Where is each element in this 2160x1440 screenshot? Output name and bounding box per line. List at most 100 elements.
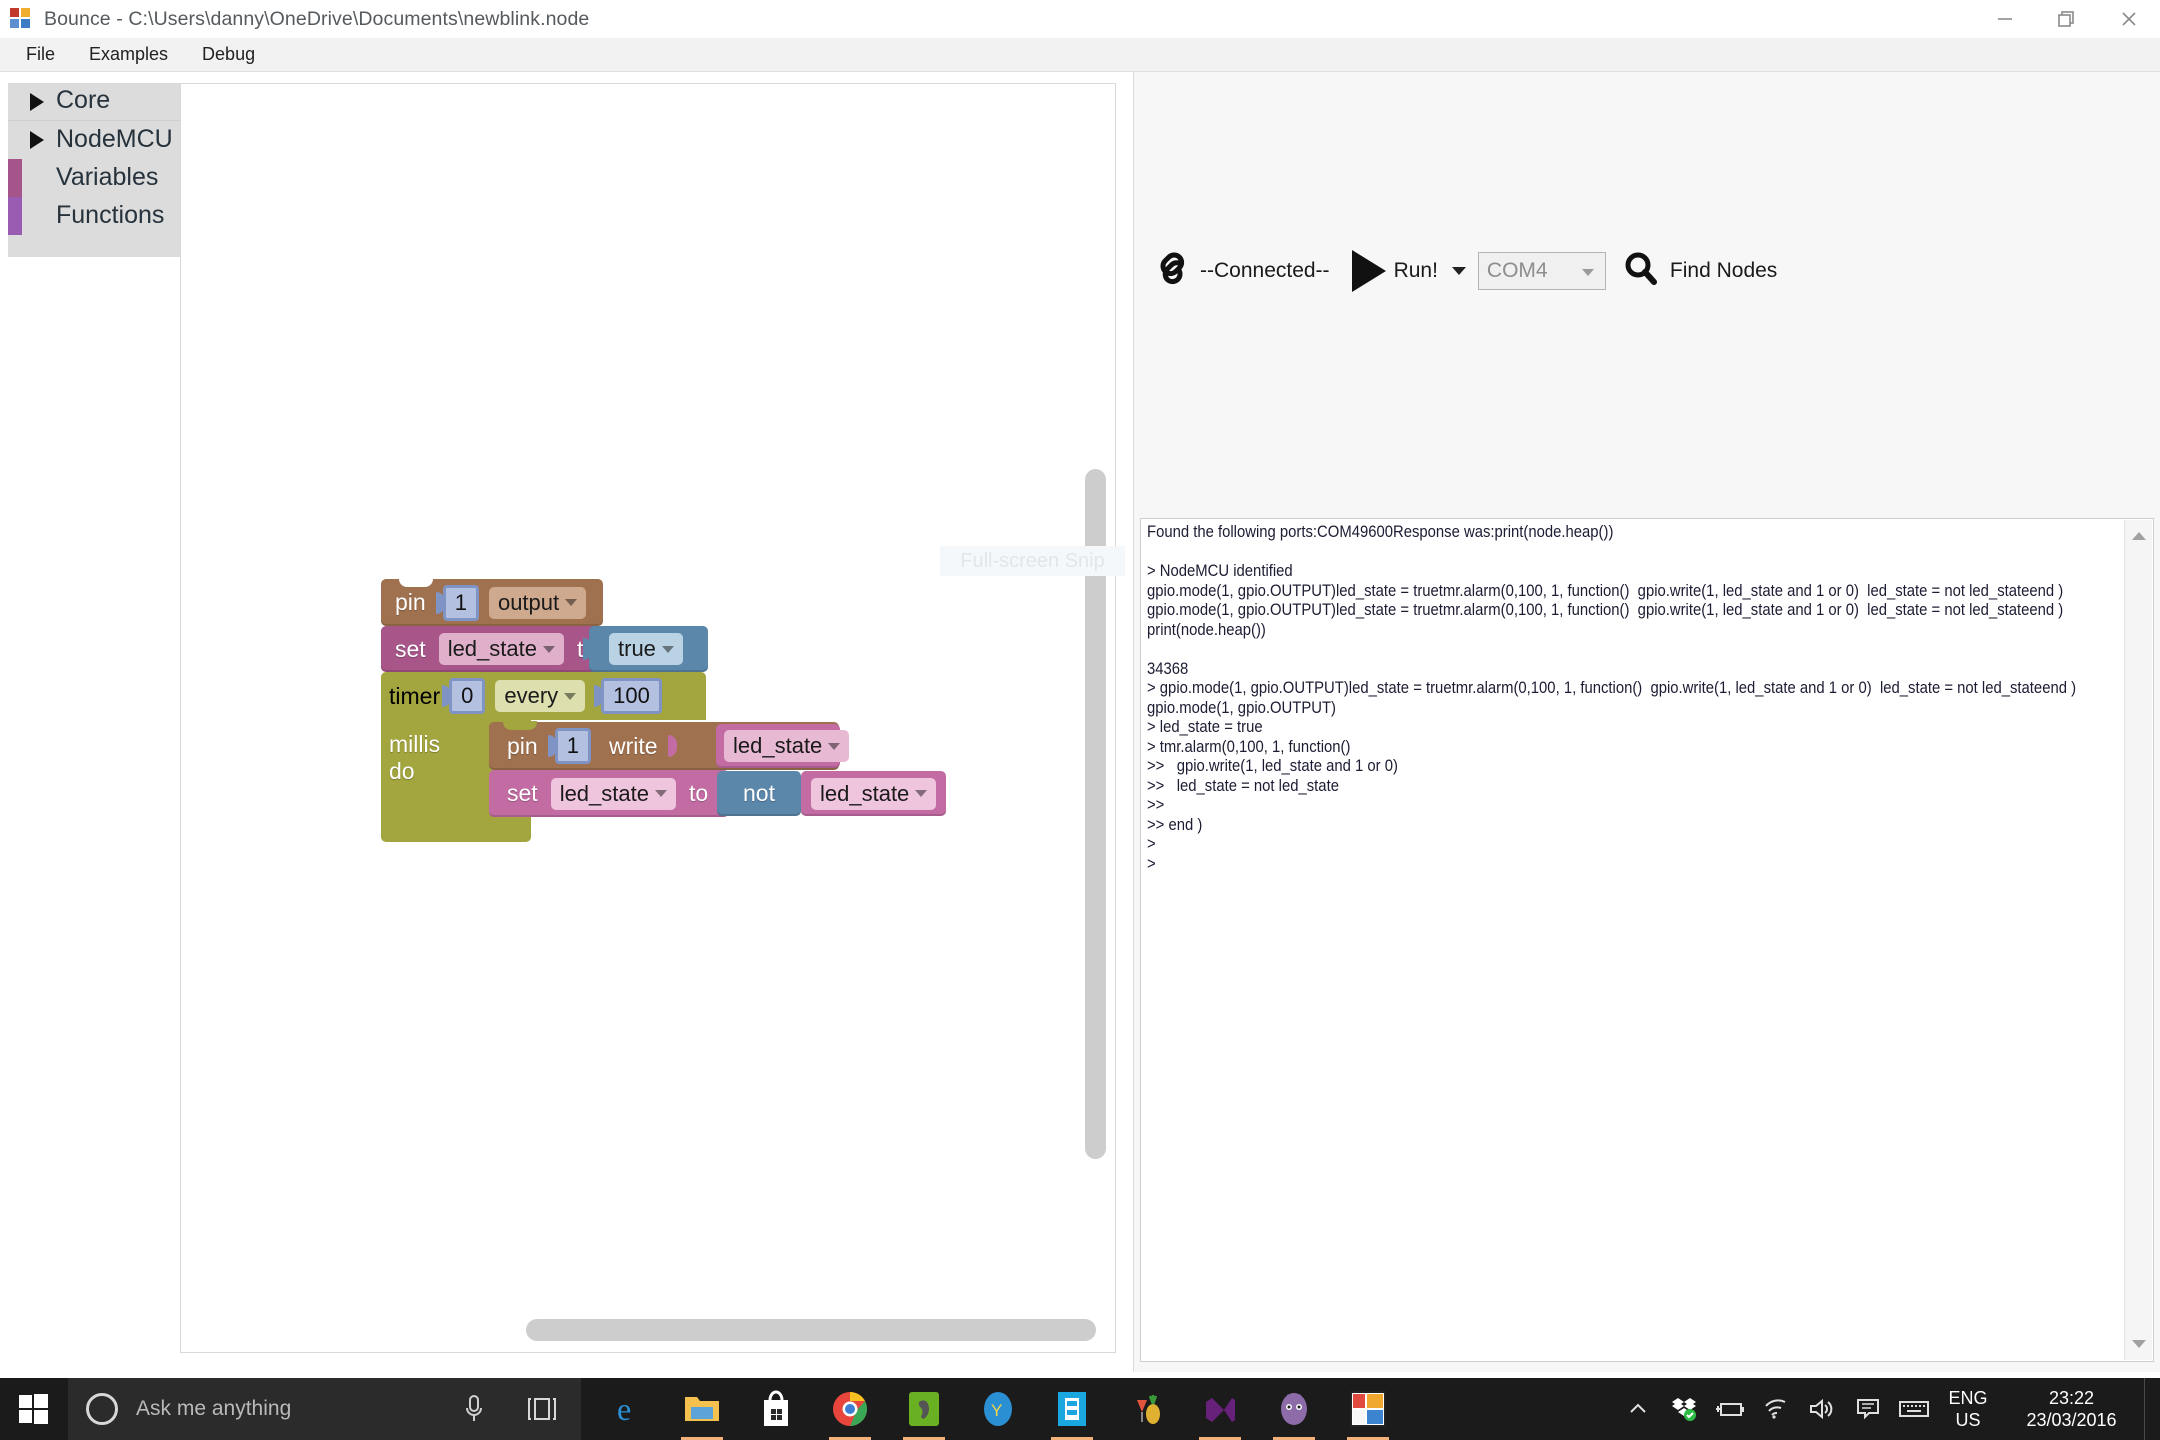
close-button[interactable]	[2098, 0, 2160, 38]
timer-interval-field[interactable]: 100	[601, 678, 662, 714]
console-output[interactable]: Found the following ports:COM49600Respon…	[1140, 518, 2154, 1362]
run-label[interactable]: Run!	[1394, 259, 1438, 283]
task-view-icon[interactable]	[525, 1394, 559, 1429]
chevron-down-icon[interactable]	[1451, 267, 1466, 275]
variable-value: led_state	[447, 636, 537, 661]
pineapple-icon[interactable]	[1109, 1378, 1183, 1440]
toolbox-category-core[interactable]: Core	[8, 83, 180, 121]
title-bar: Bounce - C:\Users\danny\OneDrive\Documen…	[0, 0, 2160, 38]
connection-toolbar: --Connected-- Run! COM4 Find Nodes	[1144, 240, 2144, 302]
language-line2: US	[1955, 1410, 1981, 1430]
timer-label: timer	[389, 682, 441, 709]
window-title: Bounce - C:\Users\danny\OneDrive\Documen…	[44, 7, 590, 30]
block-pin-output[interactable]: pin 1 output	[381, 578, 603, 626]
variables-color-swatch	[8, 159, 22, 197]
toolbox-label-core: Core	[56, 86, 111, 114]
pin-write-value: led_state	[733, 733, 823, 758]
not-operand-dropdown[interactable]: led_state	[811, 777, 937, 810]
movie-maker-icon[interactable]	[1035, 1378, 1109, 1440]
to-label-2: to	[688, 780, 709, 806]
variable-dropdown-led-state-2[interactable]: led_state	[550, 777, 676, 810]
app-icon	[10, 8, 32, 30]
minimize-button[interactable]	[1974, 0, 2036, 38]
timer-mode-value: every	[504, 683, 559, 708]
chevron-down-icon	[828, 742, 841, 750]
chevron-down-icon	[542, 645, 555, 653]
clock-time: 23:22	[2048, 1388, 2095, 1408]
workspace-horizontal-scrollbar[interactable]	[526, 1319, 1096, 1341]
triangle-right-icon	[30, 131, 44, 149]
blockly-workspace[interactable]: pin 1 output set led_state to	[180, 83, 1225, 1361]
search-input[interactable]: Ask me anything	[68, 1378, 581, 1440]
pin-write-value-dropdown[interactable]: led_state	[724, 730, 850, 762]
block-set-led-state-not[interactable]: set led_state to	[489, 770, 729, 817]
chrome-icon[interactable]	[813, 1378, 887, 1440]
toolbox-category-variables[interactable]: Variables	[8, 159, 180, 197]
battery-icon[interactable]	[1707, 1378, 1753, 1440]
block-set-led-state-true[interactable]: set led_state to	[381, 626, 603, 672]
toolbox-category-nodemcu[interactable]: NodeMCU	[8, 121, 180, 159]
fullscreen-snip-overlay: Full-screen Snip	[940, 546, 1125, 576]
menu-examples[interactable]: Examples	[75, 40, 182, 69]
cortana-ring-icon	[86, 1393, 118, 1425]
block-not-operand[interactable]: led_state	[801, 771, 946, 816]
microphone-icon[interactable]	[463, 1393, 485, 1430]
github-icon[interactable]	[1257, 1378, 1331, 1440]
find-nodes-label[interactable]: Find Nodes	[1670, 259, 1777, 283]
restore-button[interactable]	[2036, 0, 2098, 38]
timer-mode-dropdown[interactable]: every	[495, 680, 586, 712]
console-scrollbar[interactable]	[2124, 520, 2152, 1360]
chevron-down-icon	[565, 599, 578, 606]
toolbox-category-functions[interactable]: Functions	[8, 197, 180, 235]
variable-dropdown-led-state[interactable]: led_state	[438, 633, 564, 665]
menu-bar: File Examples Debug	[0, 38, 2160, 72]
svg-text:Y: Y	[991, 1401, 1002, 1420]
dropbox-icon[interactable]	[1661, 1378, 1707, 1440]
block-value-true[interactable]: true	[583, 626, 708, 672]
volume-icon[interactable]	[1799, 1378, 1845, 1440]
port-select[interactable]: COM4	[1477, 252, 1606, 290]
pin-number-field[interactable]: 1	[442, 584, 479, 621]
block-timer[interactable]: timer 0 every 100	[381, 672, 706, 720]
microsoft-store-icon[interactable]	[739, 1378, 813, 1440]
app-window: Bounce - C:\Users\danny\OneDrive\Documen…	[0, 0, 2160, 1440]
pin-write-number-field[interactable]: 1	[554, 728, 591, 764]
keyboard-icon[interactable]	[1891, 1378, 1937, 1440]
right-pane: --Connected-- Run! COM4 Find Nodes Found…	[1133, 72, 2160, 1372]
chain-link-icon[interactable]	[1152, 249, 1196, 294]
set-not-label: set	[507, 780, 538, 806]
edge-icon[interactable]: e	[591, 1378, 665, 1440]
svg-text:e: e	[617, 1391, 631, 1427]
block-pin-write-value[interactable]: led_state	[716, 724, 850, 768]
windows-start-icon[interactable]	[0, 1378, 68, 1440]
triangle-right-icon	[30, 92, 44, 111]
clock[interactable]: 23:22 23/03/2016	[1999, 1378, 2144, 1440]
chevron-up-icon[interactable]	[1615, 1378, 1661, 1440]
visual-studio-icon[interactable]	[1183, 1378, 1257, 1440]
action-center-icon[interactable]	[1845, 1378, 1891, 1440]
timer-index-field[interactable]: 0	[449, 678, 486, 714]
boolean-dropdown[interactable]: true	[609, 633, 683, 665]
chevron-down-icon	[661, 645, 674, 653]
wifi-icon[interactable]	[1753, 1378, 1799, 1440]
connection-status: --Connected--	[1200, 259, 1330, 282]
yandex-icon[interactable]: Y	[961, 1378, 1035, 1440]
block-not-operator[interactable]: not	[717, 771, 801, 816]
play-triangle-icon[interactable]	[1351, 250, 1386, 292]
editor-pane: Core NodeMCU Variables Functions pin 1 o…	[0, 72, 1225, 1372]
system-tray: ENG US 23:22 23/03/2016	[1615, 1378, 2160, 1440]
language-line1: ENG	[1948, 1388, 1988, 1408]
file-explorer-icon[interactable]	[665, 1378, 739, 1440]
menu-file[interactable]: File	[12, 40, 69, 69]
menu-debug[interactable]: Debug	[188, 40, 269, 69]
language-indicator[interactable]: ENG US	[1937, 1378, 1999, 1440]
pin-mode-dropdown[interactable]: output	[488, 586, 587, 619]
magnifier-icon[interactable]	[1622, 250, 1660, 293]
show-desktop-button[interactable]	[2144, 1378, 2154, 1440]
bounce-app-icon[interactable]	[1331, 1378, 1405, 1440]
evernote-icon[interactable]	[887, 1378, 961, 1440]
chevron-up-icon[interactable]	[2132, 532, 2146, 540]
chevron-down-icon[interactable]	[2132, 1340, 2146, 1348]
variable-value-2: led_state	[559, 780, 649, 806]
boolean-value: true	[618, 636, 656, 661]
